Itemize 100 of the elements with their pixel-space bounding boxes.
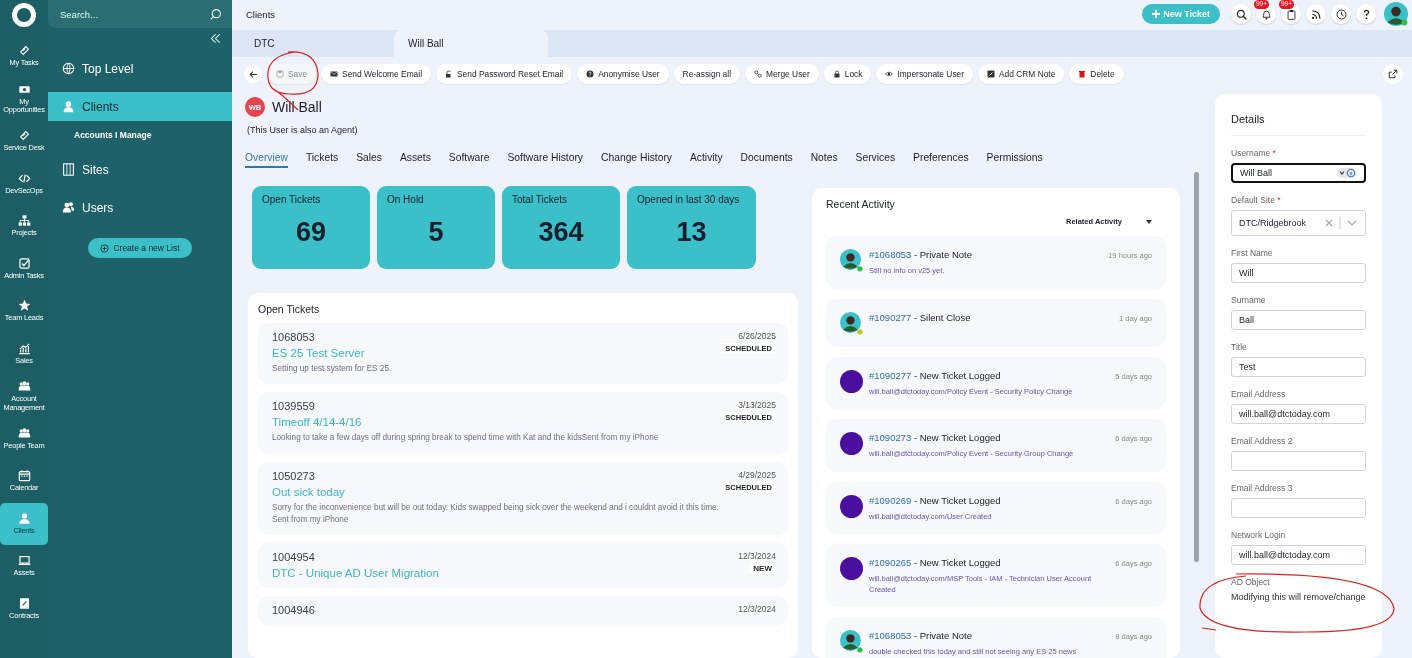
avatar xyxy=(840,494,863,518)
tab[interactable]: Permissions xyxy=(986,152,1043,168)
text-field[interactable]: will.ball@dtctoday.com xyxy=(1231,404,1366,424)
laptop-icon xyxy=(17,554,31,568)
stat-value: 5 xyxy=(427,217,445,248)
search-input[interactable]: Search... xyxy=(60,8,209,20)
tab[interactable]: Notes xyxy=(810,152,838,168)
action-button[interactable]: Delete xyxy=(1069,64,1124,84)
search-field[interactable]: Search... xyxy=(48,0,232,28)
tab[interactable]: Preferences xyxy=(913,152,969,168)
avatar xyxy=(840,249,863,272)
action-button[interactable]: Lock xyxy=(823,64,872,84)
ticket-icon xyxy=(17,44,31,58)
stat-card[interactable]: Open Tickets 69 xyxy=(252,186,370,269)
create-list-button[interactable]: Create a new List xyxy=(88,238,192,258)
ticket-summary: Setting up test system for ES 25. xyxy=(272,363,393,375)
field-label: Surname xyxy=(1231,295,1267,305)
agent-note: (This User is also an Agent) xyxy=(247,125,359,135)
activity-heading: #1090269 - New Ticket Logged xyxy=(869,494,1002,506)
tab[interactable]: Services xyxy=(855,152,896,168)
text-field[interactable]: Ball xyxy=(1231,310,1366,330)
logo-icon[interactable] xyxy=(12,3,36,27)
stat-card[interactable]: Opened in last 30 days 13 xyxy=(627,186,756,269)
stat-label: Open Tickets xyxy=(262,194,322,205)
ticket-number: 1004954 xyxy=(272,551,316,564)
action-button[interactable]: Add CRM Note xyxy=(978,64,1065,84)
help-button[interactable] xyxy=(1356,4,1376,24)
sidebar-item[interactable]: Users xyxy=(48,193,232,222)
collapse-icon[interactable] xyxy=(209,32,222,45)
text-field[interactable]: Will xyxy=(1231,263,1366,283)
stat-card[interactable]: On Hold 5 xyxy=(377,186,495,269)
status-label: NEW xyxy=(749,563,776,575)
text-field[interactable]: will.ball@dtctoday.com xyxy=(1231,545,1366,565)
action-button[interactable]: Merge User xyxy=(745,64,819,84)
ticket-date: 3/13/2025 xyxy=(738,400,776,411)
field-hint: Modifying this will remove/change xyxy=(1231,592,1366,602)
panel-title: Open Tickets xyxy=(258,303,321,315)
ticket-icon xyxy=(17,129,31,143)
users-icon xyxy=(62,201,75,214)
text-field[interactable] xyxy=(1231,498,1366,518)
star-icon xyxy=(17,299,31,313)
ticket-summary: Sorry for the inconvenience but will be out today. Kids swapped being sick over the weekend and i couldnt avoid it this time. Sent from my iPhone xyxy=(272,501,720,526)
scrollbar[interactable] xyxy=(1194,172,1199,562)
history-button[interactable] xyxy=(1331,4,1351,24)
action-button[interactable]: Send Welcome Email xyxy=(321,64,431,84)
action-button[interactable]: Send Password Reset Email xyxy=(436,64,573,84)
popout-button[interactable] xyxy=(1383,64,1403,84)
search-button[interactable] xyxy=(1231,4,1251,24)
text-field[interactable]: Test xyxy=(1231,357,1366,377)
sidebar-item[interactable]: Clients xyxy=(48,92,232,121)
sidebar-item[interactable]: Sites xyxy=(48,155,232,184)
tab[interactable]: Software History xyxy=(507,152,583,168)
tab[interactable]: Documents xyxy=(740,152,793,168)
action-button[interactable]: Impersonate User xyxy=(876,64,974,84)
ticket-card[interactable]: 1004946 12/3/2024 xyxy=(258,596,788,626)
tab[interactable]: Sales xyxy=(356,152,382,168)
ticket-date: 12/3/2024 xyxy=(738,604,776,615)
sidebar-subitem[interactable]: Accounts I Manage xyxy=(48,121,232,146)
ticket-number: 1004946 xyxy=(272,604,316,617)
stat-label: Total Tickets xyxy=(512,194,569,205)
activity-heading: #1068053 - Private Note xyxy=(869,249,973,260)
tab[interactable]: Change History xyxy=(601,152,672,168)
external-link-icon xyxy=(1388,69,1398,79)
sidebar-item[interactable]: Top Level xyxy=(48,54,232,83)
tab[interactable]: Software xyxy=(448,152,490,168)
tab[interactable]: Overview xyxy=(245,152,288,168)
info-icon[interactable] xyxy=(1337,168,1357,178)
avatar xyxy=(840,311,863,335)
person-icon xyxy=(17,512,31,525)
note-icon xyxy=(987,70,996,78)
stat-label: On Hold xyxy=(387,194,425,205)
back-arrow-icon xyxy=(248,69,258,79)
stat-label: Opened in last 30 days xyxy=(637,194,741,205)
rss-icon xyxy=(1310,8,1322,20)
tab[interactable]: Activity xyxy=(690,152,723,168)
action-button[interactable]: Anonymise User xyxy=(577,64,669,84)
record-tab[interactable]: Will Ball xyxy=(394,30,548,57)
caret-icon[interactable] xyxy=(1146,219,1152,224)
ticket-date: 4/29/2025 xyxy=(738,469,776,480)
text-field[interactable] xyxy=(1231,451,1366,471)
field-label: Default Site * xyxy=(1231,195,1282,205)
unlocked-padlock-icon xyxy=(445,70,453,78)
ticket-card[interactable]: 1004954 DTC - Unique AD User Migration 12/3/2024 NEW xyxy=(258,543,788,589)
ticket-date: 6/26/2025 xyxy=(738,331,776,341)
building-icon xyxy=(62,163,75,176)
avatar[interactable] xyxy=(1384,2,1408,26)
site-dropdown[interactable]: DTC/Ridgebrook xyxy=(1231,210,1366,236)
field-label: Username * xyxy=(1231,148,1277,158)
avatar xyxy=(840,557,863,580)
tab[interactable]: Assets xyxy=(399,152,431,168)
back-button[interactable] xyxy=(244,65,262,83)
stat-card[interactable]: Total Tickets 364 xyxy=(502,186,620,269)
ticket-summary: Looking to take a few days off during spring break to spend time with Kat and the kidsSent from my iPhone xyxy=(272,432,660,445)
username-field[interactable]: Will Ball xyxy=(1231,163,1366,183)
rss-button[interactable] xyxy=(1306,4,1326,24)
record-tab[interactable]: DTC xyxy=(240,30,394,57)
tab[interactable]: Tickets xyxy=(305,152,339,168)
action-button[interactable]: Re-assign all xyxy=(673,64,740,84)
stat-value: 13 xyxy=(675,217,708,248)
breadcrumb[interactable]: Clients xyxy=(246,8,1138,20)
